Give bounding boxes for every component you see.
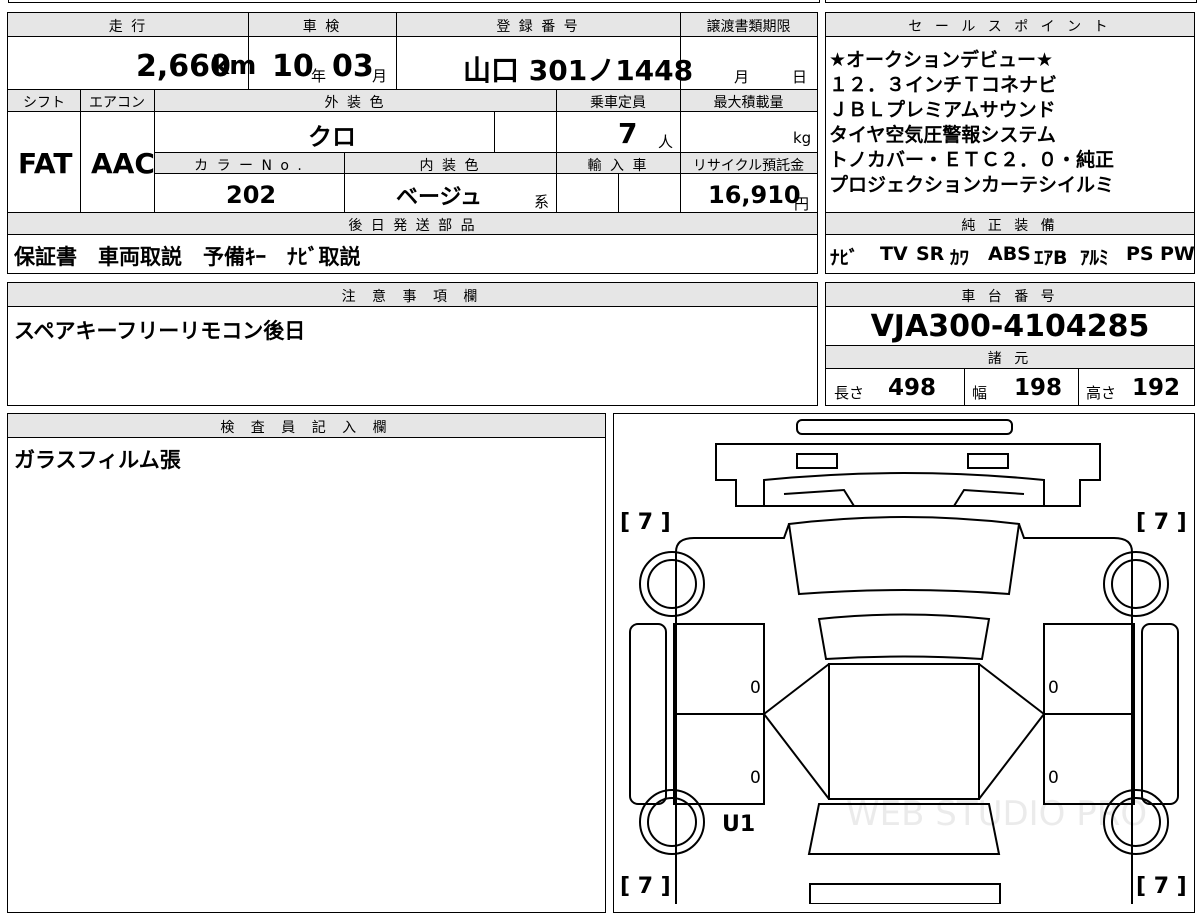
shift-label: シフト (23, 95, 65, 111)
notes-block: 注 意 事 項 欄 スペアキーフリーリモコン後日 (7, 282, 818, 406)
equipment-item-leather: ｶﾜ (950, 247, 970, 269)
sales-line-6: プロジェクションカーテシイルミ (829, 174, 1115, 196)
tire-front-left: [ 7 ] (620, 510, 671, 535)
inspection-year-unit: 年 (311, 67, 327, 85)
notes-value: スペアキーフリーリモコン後日 (14, 319, 306, 343)
recycle-label: リサイクル預託金 (692, 158, 805, 174)
chassis-number: VJA300-4104285 (870, 309, 1150, 344)
interior-value: ベージュ (396, 185, 483, 210)
aircon-label: エアコン (89, 95, 145, 111)
chassis-label: 車 台 番 号 (961, 289, 1059, 305)
top-strip (0, 0, 1200, 4)
capacity-label: 乗車定員 (590, 95, 646, 111)
shift-value: FAT (18, 147, 73, 180)
sales-points-label: セ ー ル ス ポ イ ン ト (908, 19, 1112, 35)
tire-front-right: [ 7 ] (1136, 510, 1187, 535)
color-no-value: 202 (226, 181, 277, 209)
tire-rear-left: [ 7 ] (620, 874, 671, 899)
interior-unit: 系 (534, 193, 550, 211)
equipment-item-tv: TV (880, 243, 908, 265)
exterior-label: 外 装 色 (324, 95, 386, 111)
equipment-item-sr: SR (916, 243, 945, 265)
equipment-item-pw: PW (1160, 243, 1195, 265)
equipment-block: 純 正 装 備 ﾅﾋﾞ TV SR ｶﾜ ABS ｴｱB ｱﾙﾐ PS PW (825, 212, 1195, 274)
equipment-item-abs: ABS (988, 243, 1031, 265)
inspector-block: 検 査 員 記 入 欄 ガラスフィルム張 (7, 413, 606, 913)
capacity-unit: 人 (658, 133, 674, 151)
inspection-label: 車 検 (302, 19, 342, 35)
door-rear-right-mark: 0 (1048, 768, 1059, 788)
later-parts-value: 保証書 車両取説 予備ｷｰ ﾅﾋﾞ取説 (14, 245, 361, 269)
door-rear-left-mark: 0 (750, 768, 761, 788)
transfer-label: 譲渡書類期限 (706, 19, 791, 35)
notes-label: 注 意 事 項 欄 (341, 289, 484, 305)
interior-label: 内 装 色 (419, 158, 481, 174)
sales-points-block: セ ー ル ス ポ イ ン ト ★オークションデビュー★ １２．３インチＴコネナ… (825, 12, 1195, 213)
inspector-label: 検 査 員 記 入 欄 (220, 420, 393, 436)
later-parts-label: 後 日 発 送 部 品 (348, 218, 477, 234)
length-value: 498 (888, 375, 937, 401)
recycle-value: 16,910 (708, 181, 801, 209)
car-diagram: [ 7 ] [ 7 ] [ 7 ] [ 7 ] 0 0 0 0 U1 WEB S… (613, 413, 1195, 913)
sales-line-5: トノカバー・ＥＴＣ２．０・純正 (829, 149, 1115, 171)
capacity-value: 7 (618, 117, 638, 150)
maxload-label: 最大積載量 (713, 95, 784, 111)
exterior-value: クロ (308, 123, 356, 151)
sales-line-3: ＪＢＬプレミアムサウンド (829, 99, 1056, 121)
length-label: 長さ (834, 384, 865, 402)
inspection-month-unit: 月 (372, 67, 388, 85)
height-label: 高さ (1086, 384, 1117, 402)
import-label: 輸 入 車 (587, 158, 649, 174)
height-value: 192 (1132, 375, 1181, 401)
sales-line-1: ★オークションデビュー★ (829, 49, 1054, 71)
transfer-day-unit: 日 (792, 68, 808, 86)
door-front-left-mark: 0 (750, 678, 761, 698)
inspection-year: 10 (272, 49, 314, 84)
inspection-month: 03 (332, 49, 374, 84)
tire-rear-right: [ 7 ] (1136, 874, 1187, 899)
door-front-right-mark: 0 (1048, 678, 1059, 698)
recycle-unit: 円 (794, 195, 810, 213)
maxload-unit: kg (793, 129, 812, 147)
specs-label: 諸 元 (987, 351, 1033, 367)
chassis-block: 車 台 番 号 VJA300-4104285 諸 元 長さ 498 幅 198 … (825, 282, 1195, 406)
width-value: 198 (1014, 375, 1063, 401)
aircon-value: AAC (91, 147, 155, 180)
damage-mark: U1 (722, 812, 756, 837)
registration-label: 登 録 番 号 (496, 19, 580, 35)
basic-info-block: 走 行 車 検 登 録 番 号 譲渡書類期限 2,660 km 10 年 03 … (7, 12, 818, 274)
mileage-unit: km (212, 51, 257, 81)
sales-line-2: １２．３インチＴコネナビ (829, 74, 1058, 96)
transfer-month-unit: 月 (734, 68, 750, 86)
equipment-item-alloy: ｱﾙﾐ (1080, 247, 1109, 269)
registration-value: 山口 301ノ1448 (463, 54, 694, 87)
sales-line-4: タイヤ空気圧警報システム (829, 124, 1056, 146)
equipment-item-ps: PS (1126, 243, 1154, 265)
equipment-item-navi: ﾅﾋﾞ (830, 247, 859, 269)
mileage-label: 走 行 (108, 19, 148, 35)
equipment-label: 純 正 装 備 (961, 218, 1059, 234)
width-label: 幅 (972, 384, 988, 402)
equipment-item-airbag: ｴｱB (1034, 247, 1068, 269)
watermark: WEB STUDIO PRO (846, 794, 1148, 834)
inspector-value: ガラスフィルム張 (14, 448, 181, 472)
color-no-label: カ ラ ー N o . (194, 158, 304, 174)
